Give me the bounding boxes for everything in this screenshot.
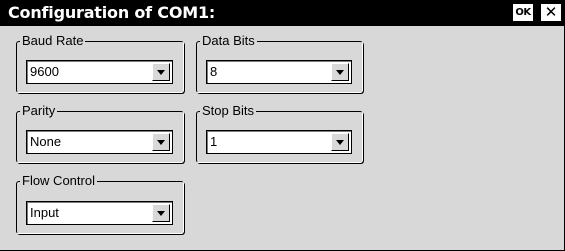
chevron-down-icon[interactable]	[152, 133, 170, 151]
chevron-down-icon[interactable]	[331, 133, 349, 151]
parity-select[interactable]: None	[26, 130, 173, 154]
parity-value: None	[30, 134, 62, 149]
title-bar: Configuration of COM1: OK ✕	[0, 0, 564, 26]
chevron-down-icon[interactable]	[152, 63, 170, 81]
close-icon[interactable]: ✕	[541, 4, 561, 21]
data-bits-select[interactable]: 8	[206, 60, 352, 84]
flow-control-select[interactable]: Input	[26, 201, 173, 225]
flow-control-value: Input	[30, 205, 59, 220]
baud-rate-value: 9600	[30, 64, 59, 79]
parity-group: Parity None	[16, 103, 184, 163]
chevron-down-icon[interactable]	[152, 204, 170, 222]
parity-label: Parity	[20, 103, 58, 119]
stop-bits-value: 1	[210, 134, 218, 149]
window-title: Configuration of COM1:	[8, 3, 216, 22]
baud-rate-group: Baud Rate 9600	[16, 33, 184, 93]
data-bits-label: Data Bits	[200, 33, 257, 49]
stop-bits-select[interactable]: 1	[206, 130, 352, 154]
data-bits-value: 8	[210, 64, 218, 79]
baud-rate-label: Baud Rate	[20, 33, 86, 49]
baud-rate-select[interactable]: 9600	[26, 60, 173, 84]
stop-bits-label: Stop Bits	[200, 103, 257, 119]
chevron-down-icon[interactable]	[331, 63, 349, 81]
ok-button[interactable]: OK	[513, 4, 533, 21]
com-config-dialog: Configuration of COM1: OK ✕ Baud Rate 96…	[0, 0, 565, 251]
flow-control-group: Flow Control Input	[16, 173, 184, 234]
stop-bits-group: Stop Bits 1	[196, 103, 363, 163]
flow-control-label: Flow Control	[20, 173, 97, 189]
data-bits-group: Data Bits 8	[196, 33, 363, 93]
